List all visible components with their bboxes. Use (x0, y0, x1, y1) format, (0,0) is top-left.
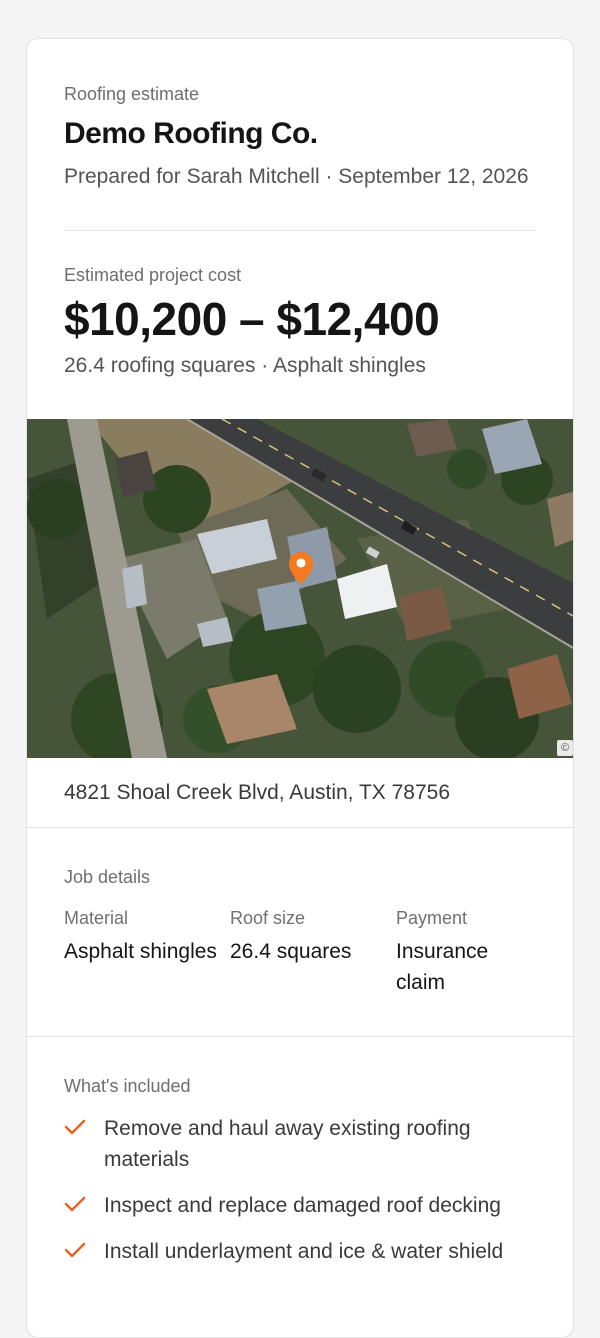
detail-payment: Payment Insurance claim (396, 907, 538, 998)
property-address: 4821 Shoal Creek Blvd, Austin, TX 78756 (27, 758, 573, 828)
detail-label: Material (64, 908, 129, 928)
included-item-text: Remove and haul away existing roofing ma… (104, 1117, 471, 1171)
prepared-for-line: Prepared for Sarah Mitchell · September … (64, 165, 529, 188)
detail-value: Asphalt shingles (64, 940, 217, 963)
check-icon (64, 1113, 104, 1141)
satellite-imagery (27, 419, 573, 758)
detail-roof-size: Roof size 26.4 squares (230, 907, 396, 998)
cost-summary: 26.4 roofing squares · Asphalt shingles (64, 354, 426, 377)
detail-label: Roof size (230, 908, 306, 928)
job-details-title: Job details (64, 867, 151, 887)
satellite-map[interactable]: © (27, 419, 573, 758)
check-icon (64, 1190, 104, 1218)
included-list: Remove and haul away existing roofing ma… (64, 1113, 536, 1267)
job-details-grid: Material Asphalt shingles Roof size 26.4… (64, 907, 536, 1036)
copyright-icon[interactable]: © (557, 740, 573, 756)
detail-value: Insurance claim (396, 940, 489, 994)
included-item-text: Inspect and replace damaged roof decking (104, 1194, 501, 1217)
job-details-section: Job details Material Asphalt shingles Ro… (27, 828, 573, 1036)
map-pin-icon[interactable] (288, 551, 314, 585)
list-item: Remove and haul away existing roofing ma… (64, 1113, 536, 1175)
cost-range: $10,200 – $12,400 (64, 293, 440, 345)
company-name: Demo Roofing Co. (64, 117, 318, 150)
whats-included-title: What's included (64, 1076, 191, 1096)
estimate-header: Roofing estimate Demo Roofing Co. Prepar… (27, 39, 573, 192)
cost-label: Estimated project cost (64, 265, 242, 285)
detail-material: Material Asphalt shingles (64, 907, 230, 998)
estimate-eyebrow: Roofing estimate (64, 84, 200, 104)
estimate-card: Roofing estimate Demo Roofing Co. Prepar… (26, 38, 574, 1338)
included-item-text: Install underlayment and ice & water shi… (104, 1240, 504, 1263)
detail-value: 26.4 squares (230, 940, 352, 963)
detail-label: Payment (396, 908, 468, 928)
list-item: Install underlayment and ice & water shi… (64, 1236, 536, 1267)
cost-section: Estimated project cost $10,200 – $12,400… (27, 231, 573, 379)
list-item: Inspect and replace damaged roof decking (64, 1190, 536, 1221)
whats-included-section: What's included Remove and haul away exi… (27, 1037, 573, 1267)
check-icon (64, 1236, 104, 1264)
